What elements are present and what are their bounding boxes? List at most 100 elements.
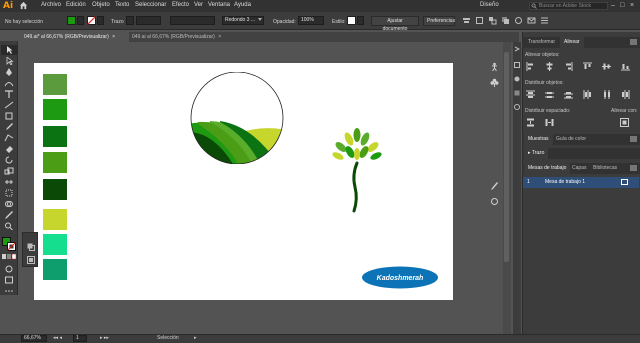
- tab-document[interactable]: 049.ai al 66,67% (RGB/Previsualizar) ×: [129, 32, 231, 42]
- align-right-icon[interactable]: [564, 62, 573, 71]
- stock-search-input[interactable]: Buscar en Adobe Stock: [529, 2, 608, 10]
- paintbrush-tool-icon[interactable]: [4, 123, 14, 131]
- opacity-field[interactable]: 100%: [298, 16, 324, 25]
- maximize-icon[interactable]: □: [620, 2, 624, 9]
- rotate-tool-icon[interactable]: [4, 156, 14, 164]
- zoom-field[interactable]: 66,67%: [21, 335, 47, 342]
- close-tab-icon[interactable]: ×: [112, 34, 115, 40]
- preferences-button[interactable]: Preferencias: [423, 16, 455, 26]
- panel-options-icon[interactable]: [630, 136, 637, 142]
- puppet-icon[interactable]: [490, 62, 499, 71]
- curvature-tool-icon[interactable]: [4, 79, 14, 87]
- eraser-tool-icon[interactable]: [4, 145, 14, 153]
- tree-logo-artwork[interactable]: [332, 127, 382, 215]
- align-left-icon[interactable]: [526, 62, 535, 71]
- menu-edicion[interactable]: Edición: [66, 2, 86, 8]
- fill-swatch[interactable]: [67, 16, 76, 25]
- align-top-icon[interactable]: [583, 62, 592, 71]
- draw-normal-icon[interactable]: [27, 243, 35, 251]
- color-swatch-3[interactable]: [43, 126, 67, 147]
- menu-objeto[interactable]: Objeto: [92, 2, 110, 8]
- color-swatch-1[interactable]: [43, 74, 67, 95]
- adjust-document-button[interactable]: Ajustar documento: [371, 16, 419, 32]
- color-mode-icons[interactable]: [2, 254, 16, 260]
- screen-mode-icon[interactable]: [4, 276, 14, 284]
- current-tool-status[interactable]: Selección: [157, 335, 179, 341]
- stroke-none-icon[interactable]: [87, 16, 96, 25]
- stroke-label[interactable]: Trazo: [111, 19, 124, 25]
- next-artboard-icon[interactable]: ▸ ▸▸: [100, 335, 109, 341]
- more-tools-icon[interactable]: [4, 287, 14, 295]
- home-icon[interactable]: [19, 1, 28, 10]
- align-vcenter-icon[interactable]: [602, 62, 611, 71]
- recolor-icon[interactable]: [514, 16, 523, 25]
- landscape-circle-artwork[interactable]: [188, 72, 286, 164]
- distribute-vspace-icon[interactable]: [526, 118, 535, 127]
- symbols-icon[interactable]: [490, 197, 499, 206]
- minimize-icon[interactable]: –: [611, 2, 615, 9]
- tab-guia-de-color[interactable]: Guía de color: [552, 134, 590, 145]
- color-swatch-8[interactable]: [43, 259, 67, 280]
- close-tab-icon[interactable]: ×: [218, 34, 221, 40]
- eyedropper-tool-icon[interactable]: [4, 211, 14, 219]
- shaper-tool-icon[interactable]: [4, 134, 14, 142]
- panel-options-icon[interactable]: [630, 39, 637, 45]
- arrange-icon[interactable]: [501, 16, 510, 25]
- stroke-weight-spinner[interactable]: [126, 16, 134, 25]
- menu-texto[interactable]: Texto: [115, 2, 129, 8]
- artboard-number-field[interactable]: 1: [73, 335, 87, 342]
- rectangle-tool-icon[interactable]: [4, 112, 14, 120]
- distribute-top-icon[interactable]: [526, 90, 535, 99]
- clubs-icon[interactable]: [490, 78, 499, 87]
- variable-width-dropdown[interactable]: [170, 16, 215, 25]
- artboard-name[interactable]: Mesa de trabajo 1: [545, 179, 585, 185]
- align-icon[interactable]: [462, 16, 471, 25]
- status-menu-icon[interactable]: ▸: [194, 335, 197, 341]
- scrollbar-thumb[interactable]: [504, 52, 509, 262]
- distribute-vcenter-icon[interactable]: [545, 90, 554, 99]
- brush-panel-icon[interactable]: [490, 182, 499, 191]
- properties-icon[interactable]: [514, 62, 520, 68]
- color-swatch-6[interactable]: [43, 209, 67, 230]
- color-swatch-2[interactable]: [43, 99, 67, 120]
- draw-mode-icon[interactable]: [4, 265, 14, 273]
- style-swatch[interactable]: [347, 16, 356, 25]
- type-tool-icon[interactable]: [4, 90, 14, 98]
- draw-inside-icon[interactable]: [27, 256, 35, 264]
- tab-transformar[interactable]: Transformar: [524, 37, 559, 48]
- shape-builder-tool-icon[interactable]: [4, 200, 14, 208]
- close-icon[interactable]: ×: [630, 2, 634, 9]
- scale-tool-icon[interactable]: [4, 167, 14, 175]
- fill-dropdown[interactable]: [77, 16, 84, 25]
- color-panel-icon[interactable]: [514, 76, 520, 82]
- isolate-icon[interactable]: [488, 16, 497, 25]
- align-to-artboard-icon[interactable]: [620, 118, 629, 127]
- panel-options-icon[interactable]: [630, 165, 637, 171]
- align-bottom-icon[interactable]: [621, 62, 630, 71]
- selection-tool-icon[interactable]: [4, 46, 14, 54]
- menu-seleccionar[interactable]: Seleccionar: [135, 2, 166, 8]
- stroke-weight-field[interactable]: [136, 16, 161, 25]
- envelope-icon[interactable]: [527, 16, 536, 25]
- opacity-label[interactable]: Opacidad:: [273, 19, 296, 25]
- prev-artboard-icon[interactable]: ◂◂ ◂: [53, 335, 62, 341]
- stroke-none-proxy-icon[interactable]: [7, 242, 16, 251]
- tab-capas[interactable]: Capas: [568, 163, 590, 174]
- artboard-options-icon[interactable]: [621, 179, 628, 185]
- stroke-dropdown[interactable]: [97, 16, 104, 25]
- tab-muestras[interactable]: Muestras: [524, 134, 553, 145]
- menu-ayuda[interactable]: Ayuda: [234, 2, 251, 8]
- tab-document-active[interactable]: 049.ai* al 66,67% (RGB/Previsualizar) ×: [21, 32, 129, 42]
- distribute-left-icon[interactable]: [583, 90, 592, 99]
- tab-mesas-de-trabajo[interactable]: Mesas de trabajo: [524, 163, 571, 174]
- transparency-icon[interactable]: [514, 104, 520, 110]
- pen-tool-icon[interactable]: [4, 68, 14, 76]
- color-swatch-4[interactable]: [43, 152, 67, 173]
- zoom-tool-icon[interactable]: [4, 222, 14, 230]
- direct-selection-tool-icon[interactable]: [4, 57, 14, 65]
- width-tool-icon[interactable]: [4, 178, 14, 186]
- menu-archivo[interactable]: Archivo: [41, 2, 61, 8]
- tab-alinear[interactable]: Alinear: [560, 37, 584, 48]
- gradient-icon[interactable]: [514, 90, 520, 96]
- distribute-hcenter-icon[interactable]: [602, 90, 611, 99]
